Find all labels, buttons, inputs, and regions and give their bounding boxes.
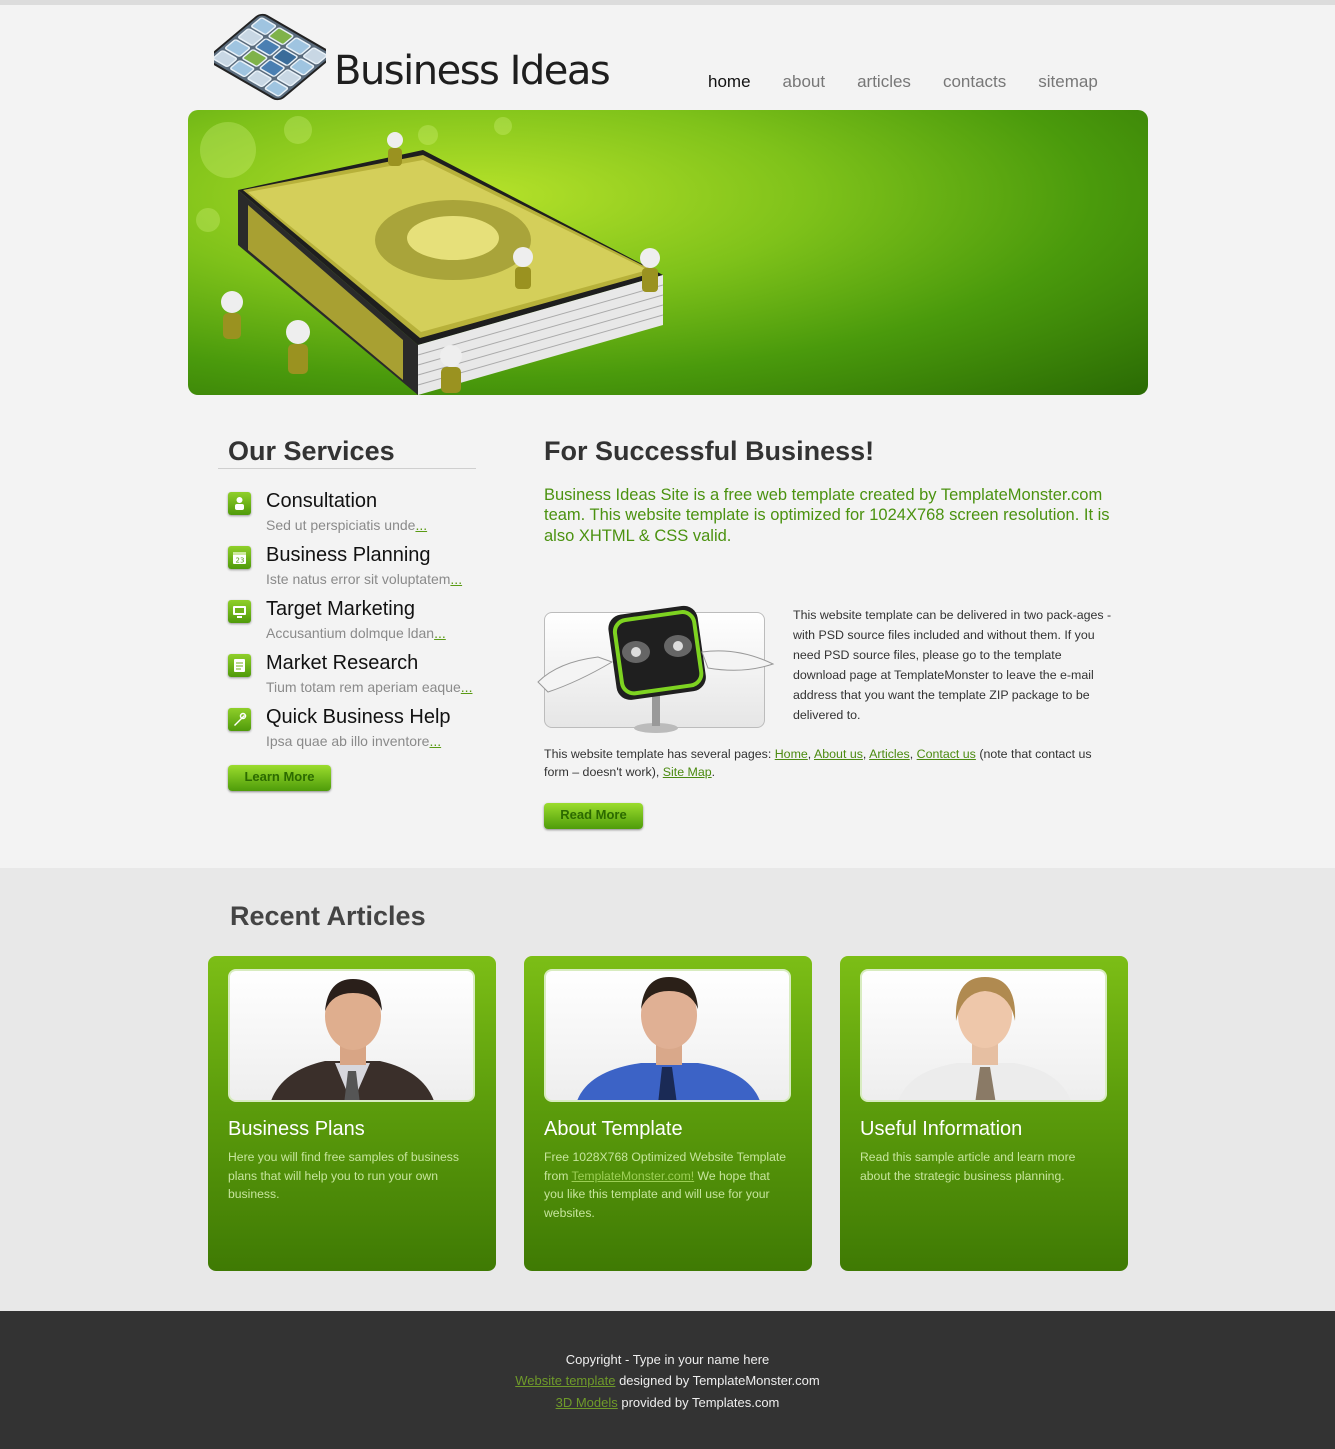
service-desc: Sed ut perspiciatis unde... bbox=[266, 517, 428, 533]
footer-line-models: 3D Models provided by Templates.com bbox=[555, 1395, 780, 1410]
article-text: Read this sample article and learn more … bbox=[860, 1150, 1076, 1183]
read-more-button[interactable]: Read More bbox=[544, 803, 643, 829]
main-title: For Successful Business! bbox=[544, 436, 875, 466]
service-name[interactable]: Target Marketing bbox=[266, 598, 415, 621]
services-title: Our Services bbox=[228, 436, 395, 466]
service-more-link[interactable]: ... bbox=[450, 571, 462, 587]
robot-illustration bbox=[537, 605, 775, 733]
article-card-business-plans[interactable]: Business Plans Here you will find free s… bbox=[208, 956, 496, 1271]
service-item-business-planning[interactable]: 23 Business Planning Iste natus error si… bbox=[228, 544, 488, 598]
intro-line: team. This website template is optimized… bbox=[544, 506, 1110, 525]
services-list: Consultation Sed ut perspiciatis unde...… bbox=[228, 490, 488, 760]
service-name[interactable]: Business Planning bbox=[266, 544, 431, 567]
article-photo[interactable] bbox=[544, 969, 791, 1102]
service-more-link[interactable]: ... bbox=[429, 733, 441, 749]
hero-banner bbox=[188, 110, 1148, 395]
service-item-target-marketing[interactable]: Target Marketing Accusantium dolmque lda… bbox=[228, 598, 488, 652]
learn-more-button[interactable]: Learn More bbox=[228, 765, 331, 791]
service-desc: Tium totam rem aperiam eaque... bbox=[266, 679, 473, 695]
footer-copyright: Copyright - Type in your name here bbox=[565, 1352, 770, 1367]
service-more-link[interactable]: ... bbox=[415, 517, 427, 533]
website-template-link[interactable]: Website template bbox=[515, 1373, 615, 1388]
consultation-icon bbox=[228, 492, 251, 515]
service-item-quick-help[interactable]: Quick Business Help Ipsa quae ab illo in… bbox=[228, 706, 488, 760]
link-home[interactable]: Home bbox=[775, 747, 808, 761]
book-illustration bbox=[196, 116, 664, 395]
calendar-icon: 23 bbox=[228, 546, 251, 569]
link-articles[interactable]: Articles bbox=[869, 747, 910, 761]
article-title[interactable]: Business Plans bbox=[228, 1118, 365, 1141]
article-title[interactable]: Useful Information bbox=[860, 1118, 1022, 1141]
service-item-consultation[interactable]: Consultation Sed ut perspiciatis unde... bbox=[228, 490, 488, 544]
intro-line: Business Ideas Site is a free web templa… bbox=[544, 486, 1103, 504]
nav-contacts[interactable]: contacts bbox=[943, 72, 1006, 92]
nav-sitemap[interactable]: sitemap bbox=[1038, 72, 1098, 92]
site-logo-text[interactable]: Business Ideas bbox=[334, 48, 611, 94]
service-item-market-research[interactable]: Market Research Tium totam rem aperiam e… bbox=[228, 652, 488, 706]
svg-text:23: 23 bbox=[236, 557, 245, 565]
monitor-icon bbox=[228, 600, 251, 623]
intro-text: Business Ideas Site is a free web templa… bbox=[544, 485, 1119, 546]
recent-articles-title: Recent Articles bbox=[230, 901, 426, 931]
service-name[interactable]: Consultation bbox=[266, 490, 377, 513]
footer-line-template: Website template designed by TemplateMon… bbox=[515, 1373, 820, 1388]
nav-articles[interactable]: articles bbox=[857, 72, 911, 92]
service-more-link[interactable]: ... bbox=[461, 679, 473, 695]
intro-line: also XHTML & CSS valid. bbox=[544, 526, 732, 545]
link-about-us[interactable]: About us bbox=[814, 747, 863, 761]
3d-models-link[interactable]: 3D Models bbox=[556, 1395, 618, 1410]
service-desc: Ipsa quae ab illo inventore... bbox=[266, 733, 442, 749]
document-icon bbox=[228, 654, 251, 677]
tool-icon bbox=[228, 708, 251, 731]
pages-list-text: This website template has several pages:… bbox=[544, 747, 1092, 779]
article-photo[interactable] bbox=[860, 969, 1107, 1102]
service-more-link[interactable]: ... bbox=[434, 625, 446, 641]
footer: Copyright - Type in your name here Websi… bbox=[0, 1311, 1335, 1449]
main-nav: home about articles contacts sitemap bbox=[708, 72, 1098, 92]
link-site-map[interactable]: Site Map bbox=[663, 765, 712, 779]
template-description: This website template can be delivered i… bbox=[793, 608, 1112, 722]
article-photo[interactable] bbox=[228, 969, 475, 1102]
article-card-about-template[interactable]: About Template Free 1028X768 Optimized W… bbox=[524, 956, 812, 1271]
services-divider bbox=[218, 468, 476, 469]
article-text: Free 1028X768 Optimized Website Template… bbox=[544, 1150, 787, 1221]
article-card-useful-information[interactable]: Useful Information Read this sample arti… bbox=[840, 956, 1128, 1271]
link-contact-us[interactable]: Contact us bbox=[917, 747, 976, 761]
service-name[interactable]: Quick Business Help bbox=[266, 706, 451, 729]
top-border bbox=[0, 0, 1335, 5]
nav-home[interactable]: home bbox=[708, 72, 751, 92]
logo-icon[interactable] bbox=[207, 12, 333, 102]
nav-about[interactable]: about bbox=[783, 72, 826, 92]
service-desc: Iste natus error sit voluptatem... bbox=[266, 571, 463, 587]
service-desc: Accusantium dolmque ldan... bbox=[266, 625, 446, 641]
article-title[interactable]: About Template bbox=[544, 1118, 683, 1141]
templatemonster-link[interactable]: TemplateMonster.com! bbox=[572, 1169, 695, 1183]
article-text: Here you will find free samples of busin… bbox=[228, 1150, 459, 1202]
service-name[interactable]: Market Research bbox=[266, 652, 418, 675]
